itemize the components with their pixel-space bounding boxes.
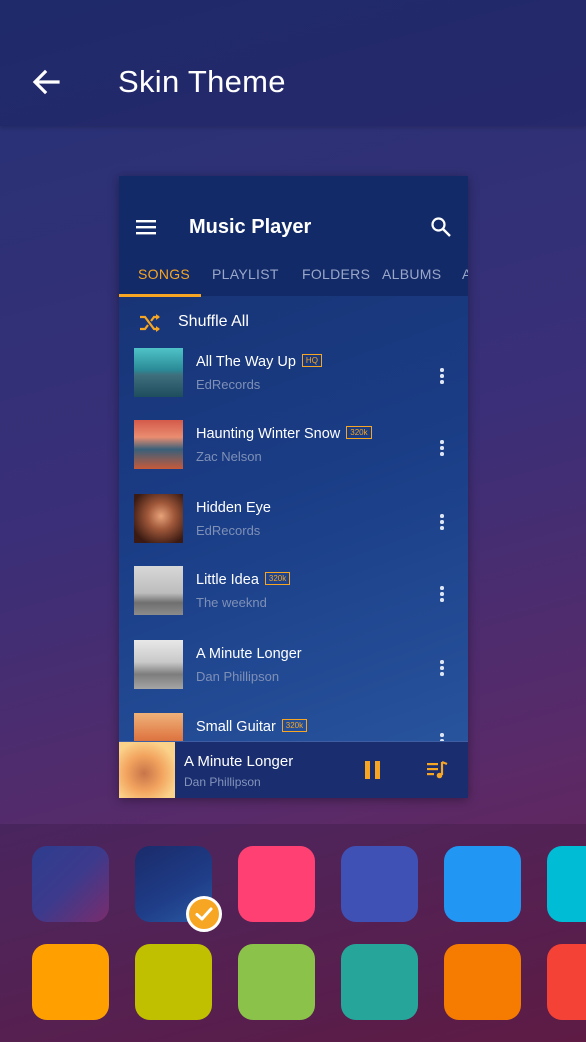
album-art [134, 566, 183, 615]
theme-swatch[interactable] [238, 846, 315, 922]
tab-playlist[interactable]: PLAYLIST [212, 266, 279, 282]
more-options-icon[interactable] [434, 367, 450, 385]
song-row[interactable]: A Minute Longer Dan Phillipson [119, 640, 468, 700]
tab-songs[interactable]: SONGS [138, 266, 190, 282]
song-title: Haunting Winter Snow 320k [196, 425, 372, 442]
theme-swatch[interactable] [547, 944, 586, 1020]
song-title: A Minute Longer [196, 646, 302, 662]
page-title: Skin Theme [118, 64, 286, 99]
theme-swatch[interactable] [341, 846, 418, 922]
song-title: Small Guitar 320k [196, 718, 308, 735]
tab-artists[interactable]: A [462, 266, 468, 282]
selected-check-icon [186, 896, 222, 932]
tab-indicator [119, 294, 201, 297]
song-title: Little Idea 320k [196, 571, 291, 588]
app-bar: Skin Theme [0, 0, 586, 126]
song-artist: EdRecords [196, 377, 261, 392]
theme-swatch[interactable] [238, 944, 315, 1020]
shuffle-icon [140, 314, 160, 332]
quality-badge: 320k [264, 571, 291, 585]
more-options-icon[interactable] [434, 659, 450, 677]
song-title: All The Way Up HQ [196, 353, 322, 370]
song-row[interactable]: Little Idea 320k The weeknd [119, 566, 468, 626]
tab-folders[interactable]: FOLDERS [302, 266, 370, 282]
song-artist: Zac Nelson [196, 449, 262, 464]
mini-player[interactable]: A Minute Longer Dan Phillipson [119, 741, 468, 798]
quality-badge: HQ [301, 353, 322, 367]
quality-badge: 320k [281, 718, 308, 732]
more-options-icon[interactable] [434, 513, 450, 531]
album-art [134, 640, 183, 689]
hamburger-menu-icon[interactable] [136, 218, 156, 236]
theme-swatch[interactable] [341, 944, 418, 1020]
now-playing-art [119, 742, 175, 798]
playlist-queue-icon[interactable] [425, 758, 449, 782]
album-art [134, 420, 183, 469]
quality-badge: 320k [346, 425, 372, 439]
album-art [134, 348, 183, 397]
song-row[interactable]: Haunting Winter Snow 320k Zac Nelson [119, 420, 468, 480]
theme-swatch[interactable] [32, 944, 109, 1020]
song-artist: The weeknd [196, 595, 267, 610]
preview-app-title: Music Player [189, 216, 312, 238]
more-options-icon[interactable] [434, 439, 450, 457]
tab-albums[interactable]: ALBUMS [382, 266, 441, 282]
song-row[interactable]: All The Way Up HQ EdRecords [119, 348, 468, 408]
theme-swatch[interactable] [444, 944, 521, 1020]
song-row[interactable]: Hidden Eye EdRecords [119, 494, 468, 554]
theme-swatch[interactable] [32, 846, 109, 922]
theme-swatch[interactable] [444, 846, 521, 922]
back-arrow-icon[interactable] [26, 62, 66, 102]
now-playing-title: A Minute Longer [184, 753, 294, 770]
song-artist: EdRecords [196, 523, 261, 538]
theme-swatch[interactable] [547, 846, 586, 922]
search-icon[interactable] [430, 216, 452, 238]
more-options-icon[interactable] [434, 585, 450, 603]
preview-tabs: SONGS PLAYLIST FOLDERS ALBUMS A [119, 262, 468, 296]
album-art [134, 494, 183, 543]
theme-swatch[interactable] [135, 944, 212, 1020]
now-playing-artist: Dan Phillipson [184, 775, 261, 789]
song-artist: Dan Phillipson [196, 669, 280, 684]
theme-preview: Music Player SONGS PLAYLIST FOLDERS ALBU… [119, 176, 468, 798]
song-title: Hidden Eye [196, 500, 271, 516]
shuffle-all-label: Shuffle All [178, 313, 249, 330]
pause-icon[interactable] [362, 759, 384, 781]
